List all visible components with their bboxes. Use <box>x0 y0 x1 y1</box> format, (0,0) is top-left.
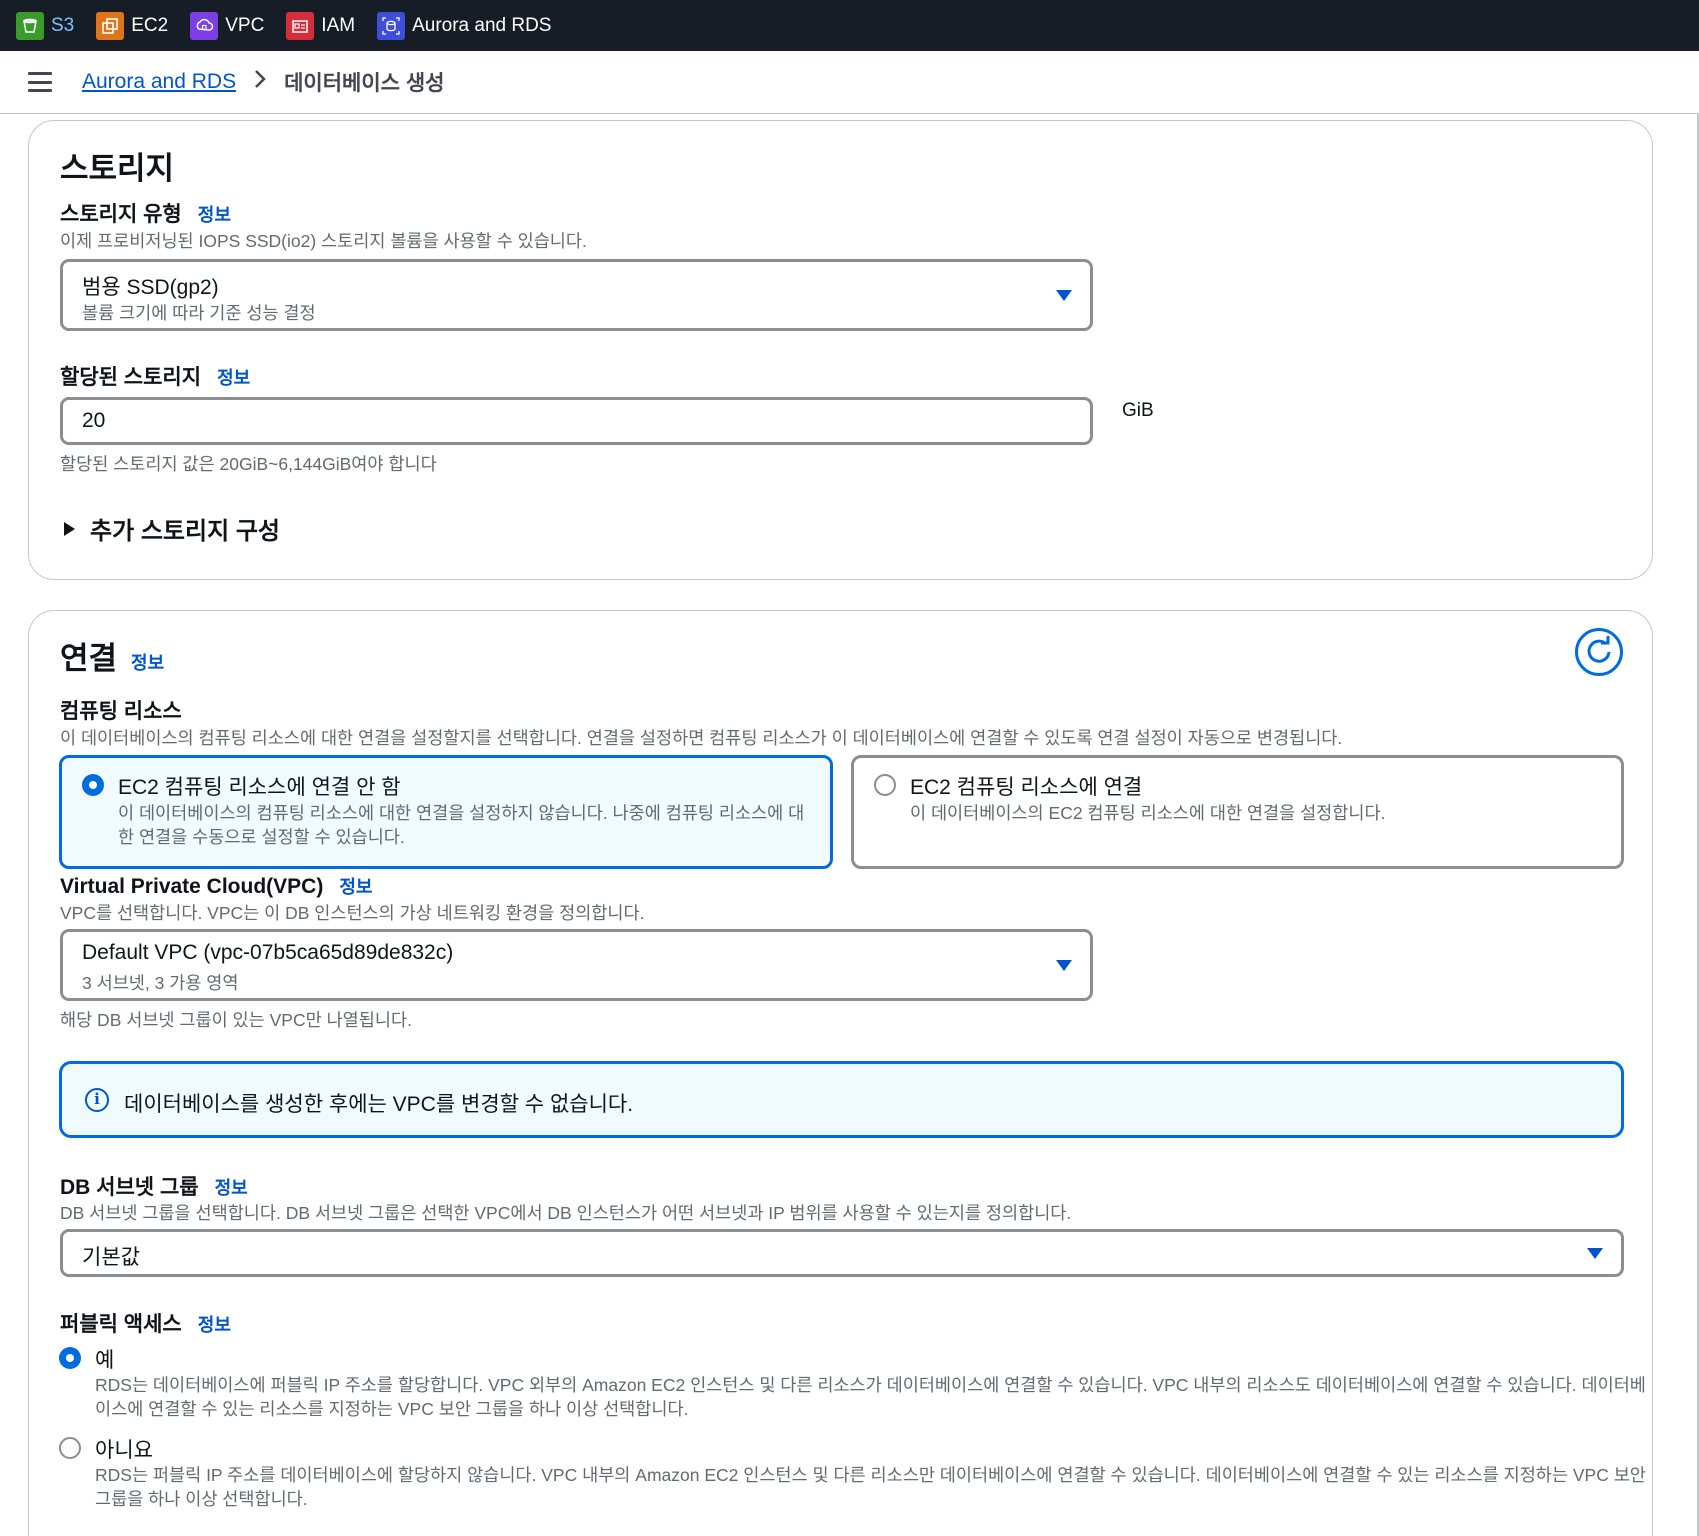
storage-type-value-desc: 볼륨 크기에 따라 기준 성능 결정 <box>82 303 316 323</box>
public-access-no-description: RDS는 퍼블릭 IP 주소를 데이터베이스에 할당하지 않습니다. VPC 내… <box>95 1465 1646 1509</box>
info-icon: i <box>85 1088 109 1112</box>
s3-icon <box>16 11 44 40</box>
vpc-info-alert: i 데이터베이스를 생성한 후에는 VPC를 변경할 수 없습니다. <box>59 1061 1624 1138</box>
storage-type-description: 이제 프로비저닝된 IOPS SSD(io2) 스토리지 볼륨을 사용할 수 있… <box>60 231 587 251</box>
public-access-yes-radio[interactable] <box>59 1347 81 1369</box>
subnet-label-row: DB 서브넷 그룹 정보 <box>60 1171 248 1201</box>
compute-resource-label: 컴퓨팅 리소스 <box>60 700 182 723</box>
menu-icon[interactable] <box>28 72 52 92</box>
option-connect-ec2[interactable]: EC2 컴퓨팅 리소스에 연결 이 데이터베이스의 EC2 컴퓨팅 리소스에 대… <box>851 755 1624 869</box>
subnet-description: DB 서브넷 그룹을 선택합니다. DB 서브넷 그룹은 선택한 VPC에서 D… <box>60 1203 1072 1223</box>
vpc-info-link[interactable]: 정보 <box>339 873 372 899</box>
radio-unselected[interactable] <box>874 774 896 796</box>
connectivity-heading: 연결 <box>60 641 118 676</box>
storage-type-value: 범용 SSD(gp2) <box>82 276 219 299</box>
additional-storage-toggle[interactable]: 추가 스토리지 구성 <box>62 511 280 546</box>
allocated-storage-unit: GiB <box>1122 400 1154 421</box>
service-label: S3 <box>51 14 75 36</box>
breadcrumb-current: 데이터베이스 생성 <box>284 72 445 95</box>
option-description: 이 데이터베이스의 EC2 컴퓨팅 리소스에 대한 연결을 설정합니다. <box>910 803 1386 823</box>
allocated-storage-info-link[interactable]: 정보 <box>217 364 250 390</box>
option-title: EC2 컴퓨팅 리소스에 연결 <box>910 776 1143 799</box>
storage-heading: 스토리지 <box>60 151 175 186</box>
option-dont-connect-ec2[interactable]: EC2 컴퓨팅 리소스에 연결 안 함 이 데이터베이스의 컴퓨팅 리소스에 대… <box>59 755 833 869</box>
service-label: EC2 <box>131 14 169 36</box>
service-ec2[interactable]: EC2 <box>96 11 169 40</box>
iam-icon <box>286 11 315 40</box>
vpc-hint: 해당 DB 서브넷 그룹이 있는 VPC만 나열됩니다. <box>60 1010 412 1030</box>
vpc-label: Virtual Private Cloud(VPC) <box>60 875 324 898</box>
public-access-label: 퍼블릭 액세스 <box>60 1313 182 1336</box>
caret-down-icon <box>1056 960 1072 971</box>
allocated-storage-hint: 할당된 스토리지 값은 20GiB~6,144GiB여야 합니다 <box>60 454 437 474</box>
vpc-select[interactable]: Default VPC (vpc-07b5ca65d89de832c) 3 서브… <box>60 929 1093 1001</box>
option-title: EC2 컴퓨팅 리소스에 연결 안 함 <box>118 776 401 799</box>
service-label: IAM <box>321 14 356 36</box>
additional-storage-label: 추가 스토리지 구성 <box>90 518 280 545</box>
caret-down-icon <box>1587 1248 1603 1259</box>
vpc-label-row: Virtual Private Cloud(VPC) 정보 <box>60 873 372 899</box>
service-label: Aurora and RDS <box>412 14 552 36</box>
subnet-group-select[interactable]: 기본값 <box>60 1229 1624 1277</box>
connectivity-heading-row: 연결 정보 <box>60 633 164 678</box>
radio-selected[interactable] <box>82 774 104 796</box>
compute-resource-description: 이 데이터베이스의 컴퓨팅 리소스에 대한 연결을 설정할지를 선택합니다. 연… <box>60 728 1343 748</box>
public-access-no-label[interactable]: 아니요 <box>95 1434 153 1464</box>
storage-type-info-link[interactable]: 정보 <box>198 201 231 227</box>
public-access-label-row: 퍼블릭 액세스 정보 <box>60 1308 231 1338</box>
caret-right-icon <box>64 521 75 536</box>
public-access-yes-description: RDS는 데이터베이스에 퍼블릭 IP 주소를 할당합니다. VPC 외부의 A… <box>95 1375 1646 1419</box>
subnet-value: 기본값 <box>82 1246 140 1269</box>
caret-down-icon <box>1056 290 1072 301</box>
rds-icon <box>377 11 406 40</box>
service-s3[interactable]: S3 <box>16 11 75 40</box>
refresh-button[interactable] <box>1575 628 1623 676</box>
refresh-icon <box>1587 636 1611 663</box>
vpc-value: Default VPC (vpc-07b5ca65d89de832c) <box>82 941 454 964</box>
storage-type-label: 스토리지 유형 <box>60 203 182 226</box>
storage-type-label-row: 스토리지 유형 정보 <box>60 198 231 228</box>
chevron-right-icon <box>254 69 266 95</box>
storage-panel: 스토리지 스토리지 유형 정보 이제 프로비저닝된 IOPS SSD(io2) … <box>28 120 1653 580</box>
option-description: 이 데이터베이스의 컴퓨팅 리소스에 대한 연결을 설정하지 않습니다. 나중에… <box>118 803 805 847</box>
allocated-storage-label-row: 할당된 스토리지 정보 <box>60 361 250 391</box>
vpc-description: VPC를 선택합니다. VPC는 이 DB 인스턴스의 가상 네트워킹 환경을 … <box>60 903 645 923</box>
vpc-value-desc: 3 서브넷, 3 가용 영역 <box>82 973 239 993</box>
ec2-icon <box>96 11 125 40</box>
service-shortcut-bar: S3 EC2 VPC IAM Aurora and RDS <box>0 0 1699 51</box>
allocated-storage-label: 할당된 스토리지 <box>60 366 202 389</box>
public-access-no-radio[interactable] <box>59 1437 81 1459</box>
vpc-icon <box>190 11 219 40</box>
public-access-yes-label[interactable]: 예 <box>95 1344 114 1374</box>
connectivity-panel: 연결 정보 컴퓨팅 리소스 이 데이터베이스의 컴퓨팅 리소스에 대한 연결을 … <box>28 610 1653 1536</box>
service-vpc[interactable]: VPC <box>190 11 265 40</box>
subnet-group-label: DB 서브넷 그룹 <box>60 1176 199 1199</box>
breadcrumb-bar: Aurora and RDS 데이터베이스 생성 <box>0 51 1699 114</box>
alert-text: 데이터베이스를 생성한 후에는 VPC를 변경할 수 없습니다. <box>124 1093 634 1116</box>
allocated-storage-input[interactable]: 20 <box>60 397 1093 445</box>
breadcrumb-link-rds[interactable]: Aurora and RDS <box>82 70 236 94</box>
service-rds[interactable]: Aurora and RDS <box>377 11 552 40</box>
public-access-info-link[interactable]: 정보 <box>198 1311 231 1337</box>
connectivity-info-link[interactable]: 정보 <box>131 649 164 675</box>
service-label: VPC <box>225 14 265 36</box>
storage-type-select[interactable]: 범용 SSD(gp2) 볼륨 크기에 따라 기준 성능 결정 <box>60 259 1093 331</box>
service-iam[interactable]: IAM <box>286 11 356 40</box>
subnet-info-link[interactable]: 정보 <box>215 1174 248 1200</box>
